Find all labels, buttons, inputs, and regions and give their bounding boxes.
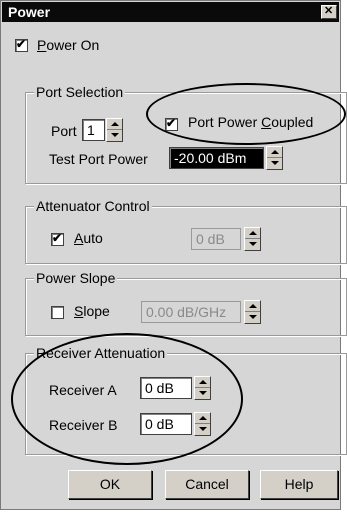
port-spin-down-icon[interactable] (107, 130, 122, 141)
port-power-coupled-label: Port Power Coupled (188, 114, 314, 130)
power-slope-legend: Power Slope (34, 270, 118, 286)
power-dialog: Power Power On Port Selection Port Port … (0, 0, 347, 510)
receiver-a-spin-down-icon[interactable] (195, 388, 210, 399)
receiver-a-spinner[interactable] (194, 376, 211, 400)
attenuator-spinner[interactable] (244, 227, 261, 251)
receiver-attenuation-group: Receiver Attenuation (25, 345, 347, 455)
attenuator-auto-checkbox[interactable] (51, 231, 64, 246)
port-power-coupled-checkbox[interactable] (165, 116, 178, 131)
slope-label: Slope (74, 303, 110, 319)
attenuator-auto-label: Auto (74, 230, 103, 246)
test-port-power-label: Test Port Power (49, 151, 148, 167)
slope-value-field[interactable] (141, 301, 241, 323)
receiver-attenuation-legend: Receiver Attenuation (34, 345, 168, 361)
slope-checkbox[interactable] (51, 306, 64, 319)
title-bar: Power (2, 2, 339, 22)
attenuator-control-legend: Attenuator Control (34, 198, 152, 214)
slope-spin-down-icon[interactable] (245, 312, 260, 323)
power-on-checkbox[interactable] (15, 37, 28, 52)
attenuator-spin-down-icon[interactable] (245, 239, 260, 250)
receiver-b-field[interactable] (140, 413, 192, 435)
port-selection-legend: Port Selection (34, 84, 126, 100)
test-port-power-spin-up-icon[interactable] (267, 147, 282, 158)
help-button[interactable]: Help (260, 470, 338, 499)
receiver-a-field[interactable] (140, 377, 192, 399)
receiver-a-label: Receiver A (49, 382, 117, 398)
slope-spinner[interactable] (244, 300, 261, 324)
port-label: Port (51, 123, 77, 139)
power-on-label: Power On (37, 37, 100, 53)
close-icon[interactable] (321, 4, 337, 19)
ok-button[interactable]: OK (68, 470, 152, 499)
port-spinner[interactable] (106, 118, 123, 142)
window-title: Power (8, 4, 51, 20)
attenuator-spin-up-icon[interactable] (245, 228, 260, 239)
receiver-b-spinner[interactable] (194, 412, 211, 436)
slope-spin-up-icon[interactable] (245, 301, 260, 312)
receiver-a-spin-up-icon[interactable] (195, 377, 210, 388)
cancel-button[interactable]: Cancel (165, 470, 249, 499)
port-spin-up-icon[interactable] (107, 119, 122, 130)
test-port-power-field[interactable] (169, 147, 264, 169)
attenuator-value-field[interactable] (191, 228, 241, 250)
receiver-b-label: Receiver B (49, 417, 118, 433)
test-port-power-spinner[interactable] (266, 146, 283, 170)
port-field[interactable] (82, 119, 105, 141)
receiver-b-spin-up-icon[interactable] (195, 413, 210, 424)
test-port-power-spin-down-icon[interactable] (267, 158, 282, 169)
receiver-b-spin-down-icon[interactable] (195, 424, 210, 435)
